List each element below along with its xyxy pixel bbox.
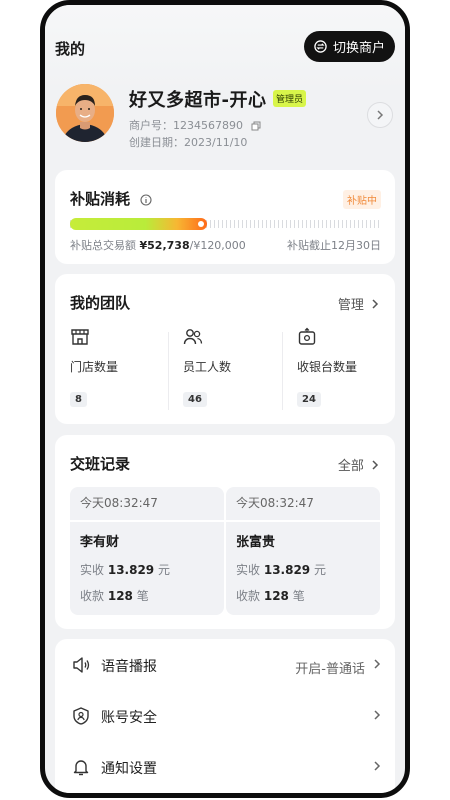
subsidy-limit: /¥120,000 bbox=[189, 239, 246, 252]
team-stat-registers[interactable]: 收银台数量 24 bbox=[297, 327, 405, 417]
chevron-right-icon bbox=[372, 299, 379, 309]
page-title: 我的 bbox=[55, 40, 86, 58]
payment-count: 收款 128 笔 bbox=[80, 587, 149, 604]
divider bbox=[70, 520, 224, 522]
registers-value: 24 bbox=[297, 392, 321, 407]
avatar bbox=[56, 84, 114, 142]
phone-frame: 我的 切换商户 好又多超市-开心 管理员 商户号：1234567890 创建日期… bbox=[40, 0, 410, 798]
received-value: 13.829 bbox=[107, 563, 155, 577]
merchant-number: 商户号：1234567890 bbox=[129, 117, 261, 133]
received-label: 实收 bbox=[80, 563, 105, 577]
stores-label: 门店数量 bbox=[70, 360, 119, 374]
shift-time: 今天08:32:47 bbox=[80, 496, 158, 510]
store-name: 好又多超市-开心 bbox=[129, 90, 267, 111]
team-card: 我的团队 管理 门店数量 8 员工人数 46 收银台数量 24 bbox=[55, 274, 395, 424]
subsidy-amount: ¥52,738 bbox=[139, 239, 190, 252]
role-badge: 管理员 bbox=[273, 90, 307, 107]
setting-label: 语音播报 bbox=[101, 659, 157, 675]
received-value: 13.829 bbox=[263, 563, 311, 577]
chevron-right-icon bbox=[377, 110, 384, 120]
team-stat-stores[interactable]: 门店数量 8 bbox=[70, 327, 183, 417]
count-label: 收款 bbox=[80, 589, 105, 603]
shift-records-all-link[interactable]: 全部 bbox=[338, 455, 379, 474]
divider bbox=[168, 332, 169, 410]
divider bbox=[226, 520, 380, 522]
shift-record-card[interactable]: 今天08:32:47 李有财 实收 13.829 元 收款 128 笔 bbox=[70, 487, 224, 615]
copy-icon[interactable] bbox=[251, 121, 261, 131]
profile-detail-button[interactable] bbox=[367, 102, 393, 128]
created-date: 创建日期：2023/11/10 bbox=[129, 136, 248, 149]
switch-icon bbox=[314, 40, 327, 53]
staff-value: 46 bbox=[183, 392, 207, 407]
all-label: 全部 bbox=[337, 459, 364, 474]
setting-voice-broadcast[interactable]: 语音播报 开启-普通话 bbox=[55, 640, 395, 690]
team-title: 我的团队 bbox=[70, 294, 131, 312]
divider bbox=[282, 332, 283, 410]
received-amount: 实收 13.829 元 bbox=[236, 561, 326, 578]
received-label: 实收 bbox=[236, 563, 261, 577]
chevron-right-icon bbox=[374, 710, 381, 720]
shift-time: 今天08:32:47 bbox=[236, 496, 314, 510]
subsidy-title-row: 补贴消耗 bbox=[70, 188, 152, 209]
shield-user-icon bbox=[73, 707, 89, 725]
store-icon bbox=[71, 329, 89, 345]
team-stat-staff[interactable]: 员工人数 46 bbox=[183, 327, 296, 417]
merchant-number-text: 商户号：1234567890 bbox=[129, 119, 243, 132]
subsidy-deadline: 补贴截止12月30日 bbox=[287, 239, 381, 252]
count-unit: 笔 bbox=[136, 589, 149, 603]
payment-count: 收款 128 笔 bbox=[236, 587, 305, 604]
chevron-right-icon bbox=[374, 659, 381, 669]
subsidy-total: 补贴总交易额 ¥52,738/¥120,000 bbox=[70, 237, 246, 253]
speaker-icon bbox=[73, 657, 90, 673]
received-unit: 元 bbox=[313, 563, 326, 577]
settings-card: 语音播报 开启-普通话 账号安全 通知设置 bbox=[55, 639, 395, 793]
setting-label: 通知设置 bbox=[101, 761, 157, 777]
staff-label: 员工人数 bbox=[183, 360, 232, 374]
setting-value: 开启-普通话 bbox=[295, 662, 365, 677]
received-unit: 元 bbox=[157, 563, 170, 577]
count-unit: 笔 bbox=[292, 589, 305, 603]
bell-icon bbox=[73, 760, 89, 776]
count-value: 128 bbox=[107, 589, 133, 603]
chevron-right-icon bbox=[374, 761, 381, 771]
team-manage-link[interactable]: 管理 bbox=[338, 294, 379, 313]
count-value: 128 bbox=[263, 589, 289, 603]
setting-account-security[interactable]: 账号安全 bbox=[55, 691, 395, 741]
screen: 我的 切换商户 好又多超市-开心 管理员 商户号：1234567890 创建日期… bbox=[45, 5, 405, 793]
progress-knob bbox=[198, 221, 204, 227]
shift-records-card: 交班记录 全部 今天08:32:47 李有财 实收 13.829 元 收款 12… bbox=[55, 435, 395, 629]
received-amount: 实收 13.829 元 bbox=[80, 561, 170, 578]
cash-register-icon bbox=[298, 327, 316, 345]
shift-record-card[interactable]: 今天08:32:47 张富贵 实收 13.829 元 收款 128 笔 bbox=[226, 487, 380, 615]
setting-label: 账号安全 bbox=[101, 710, 157, 726]
subsidy-title: 补贴消耗 bbox=[70, 190, 131, 208]
shift-records-title: 交班记录 bbox=[70, 455, 131, 473]
progress-fill bbox=[70, 218, 207, 230]
subsidy-progress-bar bbox=[70, 218, 381, 230]
stores-value: 8 bbox=[70, 392, 87, 407]
setting-notifications[interactable]: 通知设置 bbox=[55, 742, 395, 792]
cashier-name: 张富贵 bbox=[236, 535, 276, 550]
manage-label: 管理 bbox=[337, 298, 364, 313]
registers-label: 收银台数量 bbox=[297, 360, 358, 374]
subsidy-status-badge: 补贴中 bbox=[343, 190, 381, 209]
cashier-name: 李有财 bbox=[80, 535, 120, 550]
profile-header[interactable]: 好又多超市-开心 管理员 商户号：1234567890 创建日期：2023/11… bbox=[45, 75, 405, 165]
switch-merchant-button[interactable]: 切换商户 bbox=[304, 31, 395, 62]
count-label: 收款 bbox=[236, 589, 261, 603]
chevron-right-icon bbox=[372, 460, 379, 470]
subsidy-total-label: 补贴总交易额 bbox=[70, 239, 136, 252]
info-icon[interactable] bbox=[140, 194, 152, 206]
users-icon bbox=[183, 329, 203, 345]
subsidy-card: 补贴消耗 补贴中 补贴总交易额 ¥52,738/¥120,000 补贴截止12月… bbox=[55, 170, 395, 264]
switch-merchant-label: 切换商户 bbox=[332, 41, 385, 56]
